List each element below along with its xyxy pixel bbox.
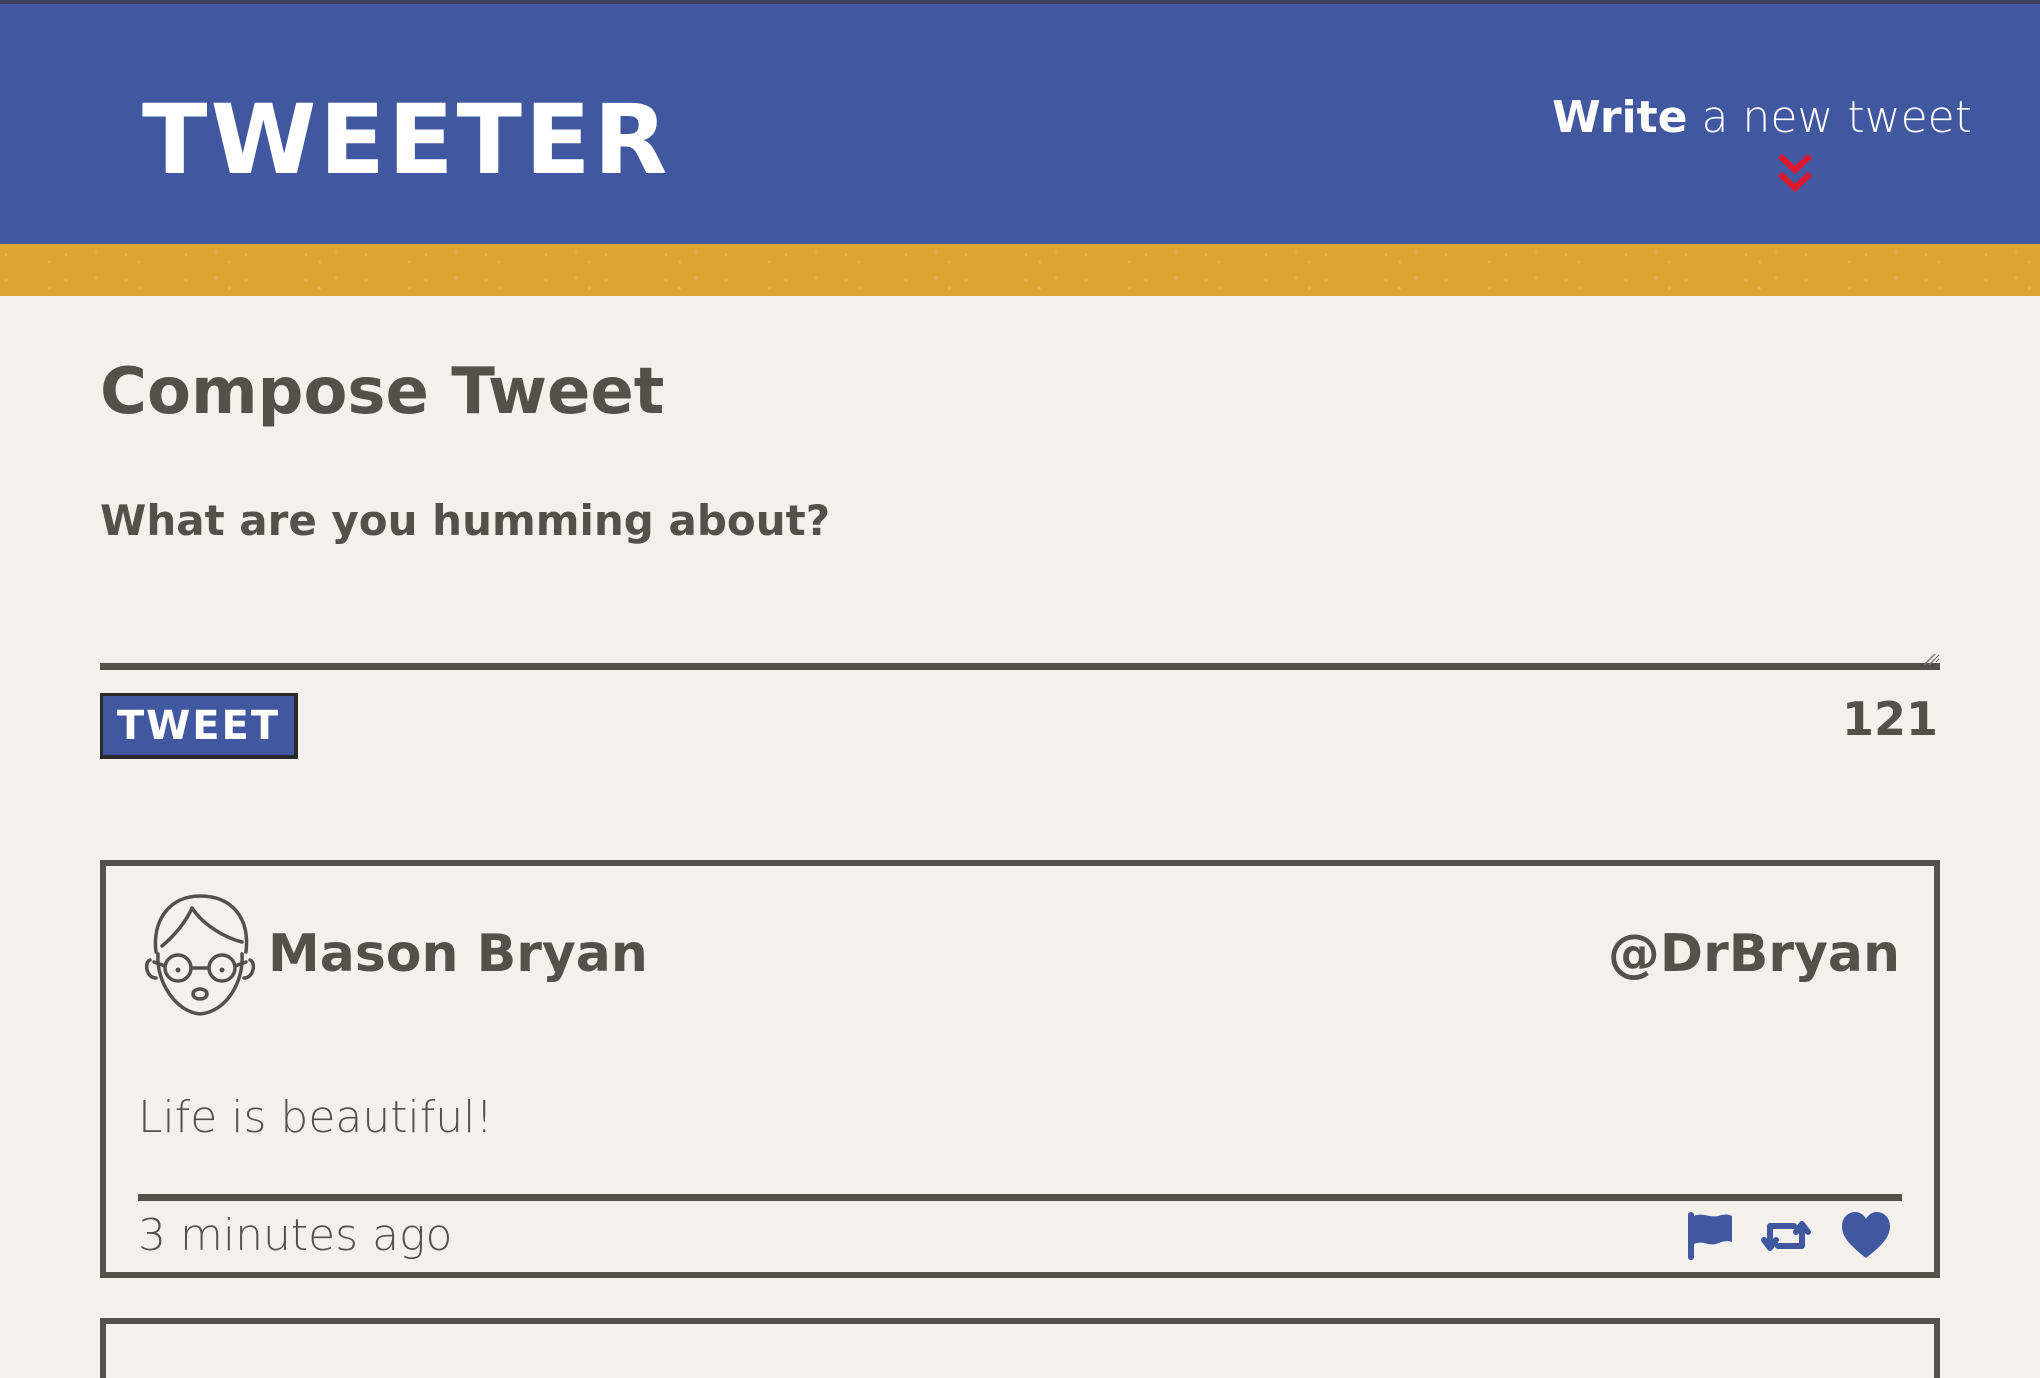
nav-bar: TWEETER Write a new tweet bbox=[0, 4, 2040, 244]
tweet-submit-button[interactable]: TWEET bbox=[100, 693, 298, 759]
tweet-timestamp: 3 minutes ago bbox=[138, 1210, 453, 1261]
flag-icon[interactable] bbox=[1684, 1210, 1736, 1262]
tweet-content: Life is beautiful! bbox=[138, 1092, 493, 1143]
resize-grip-icon[interactable] bbox=[1922, 652, 1936, 666]
retweet-icon[interactable] bbox=[1760, 1210, 1812, 1262]
accent-stripe bbox=[0, 244, 2040, 296]
author-handle: @DrBryan bbox=[1607, 924, 1900, 984]
heart-icon[interactable] bbox=[1840, 1210, 1892, 1262]
compose-title: Compose Tweet bbox=[100, 355, 665, 429]
tweet-divider bbox=[138, 1194, 1902, 1201]
write-link-rest: a new tweet bbox=[1687, 92, 1972, 143]
char-counter: 121 bbox=[1841, 692, 1938, 746]
double-chevron-down-icon[interactable] bbox=[1776, 152, 1814, 196]
write-new-tweet-link[interactable]: Write a new tweet bbox=[1552, 96, 1972, 140]
tweet-textarea[interactable] bbox=[100, 560, 1940, 670]
tweet-card bbox=[100, 1318, 1940, 1378]
author-name: Mason Bryan bbox=[268, 924, 648, 984]
person-with-glasses-avatar-icon bbox=[144, 894, 256, 1016]
write-link-bold: Write bbox=[1552, 92, 1688, 143]
brand-logo[interactable]: TWEETER bbox=[142, 92, 671, 188]
tweet-prompt-label: What are you humming about? bbox=[100, 496, 831, 545]
